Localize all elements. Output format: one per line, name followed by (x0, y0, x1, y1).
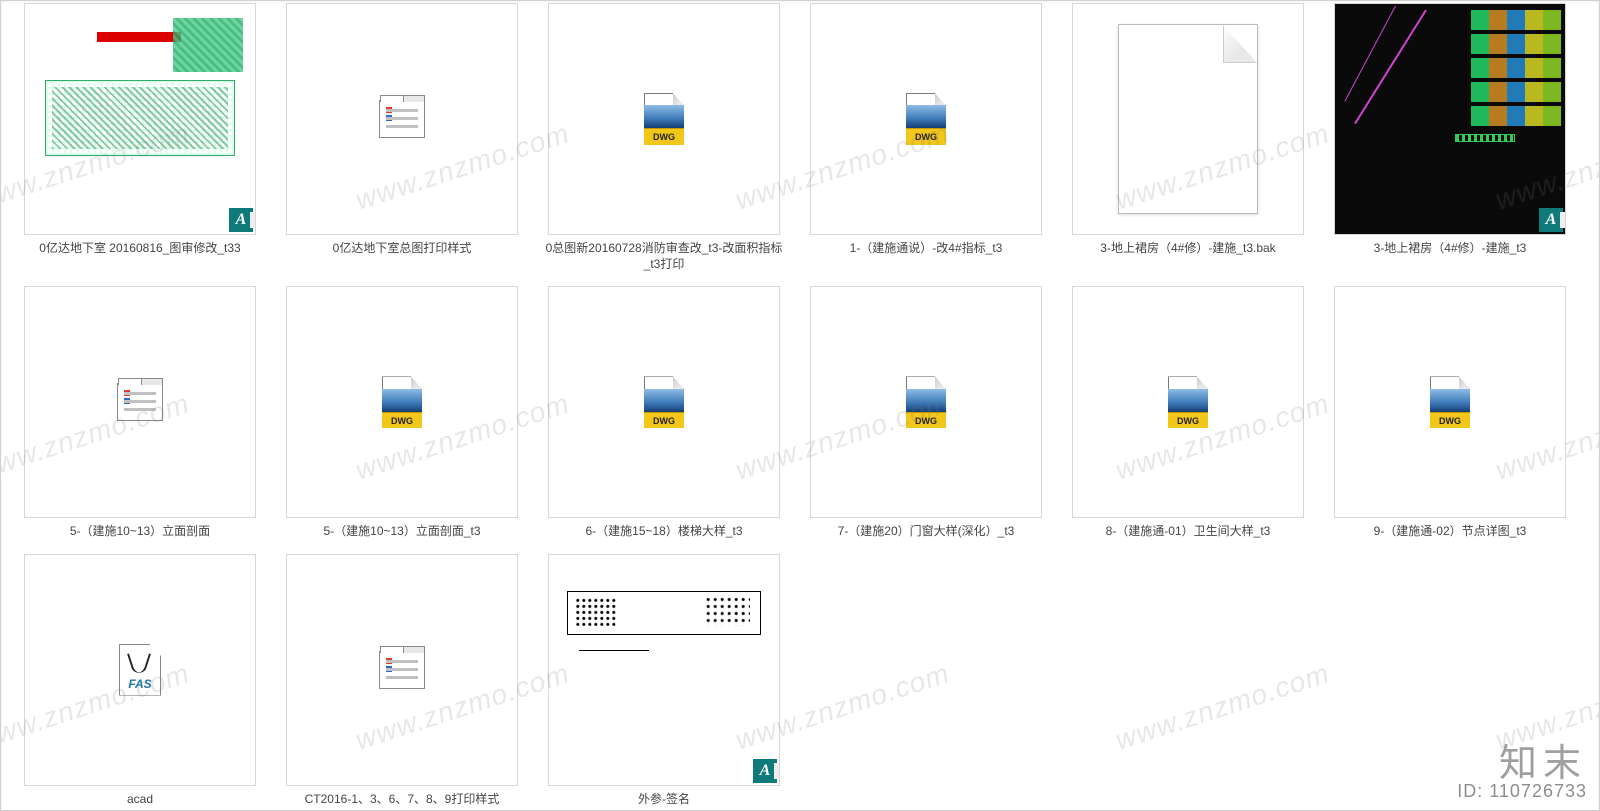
autocad-badge-icon: A (229, 208, 253, 232)
file-item[interactable]: DWG 6-（建施15~18）楼梯大样_t3 (533, 286, 795, 553)
config-icon (117, 383, 163, 421)
file-thumbnail[interactable]: A (24, 3, 256, 235)
file-name-label[interactable]: 5-（建施10~13）立面剖面 (70, 523, 210, 539)
file-thumbnail[interactable]: DWG (548, 3, 780, 235)
dwg-icon: DWG (1168, 376, 1208, 428)
file-name-label[interactable]: 外参-签名 (638, 791, 690, 807)
file-item[interactable]: A 3-地上裙房（4#修）-建施_t3 (1319, 3, 1581, 286)
fas-icon: FAS (119, 644, 161, 696)
file-item[interactable]: DWG 9-（建施通-02）节点详图_t3 (1319, 286, 1581, 553)
file-name-label[interactable]: CT2016-1、3、6、7、8、9打印样式 (305, 791, 500, 807)
cad-preview-dark (1335, 4, 1565, 234)
file-item[interactable]: 0亿达地下室总图打印样式 (271, 3, 533, 286)
file-item[interactable]: DWG 7-（建施20）门窗大样(深化）_t3 (795, 286, 1057, 553)
file-thumbnail[interactable]: DWG (810, 286, 1042, 518)
dwg-icon: DWG (906, 376, 946, 428)
file-item[interactable]: DWG 1-（建施通说）-改4#指标_t3 (795, 3, 1057, 286)
file-thumbnail[interactable]: DWG (1334, 286, 1566, 518)
file-thumbnail[interactable] (24, 286, 256, 518)
file-name-label[interactable]: 0亿达地下室总图打印样式 (333, 240, 472, 256)
file-name-label[interactable]: 6-（建施15~18）楼梯大样_t3 (585, 523, 742, 539)
file-name-label[interactable]: 3-地上裙房（4#修）-建施_t3.bak (1100, 240, 1275, 256)
dwg-icon: DWG (906, 93, 946, 145)
file-thumbnail[interactable] (286, 3, 518, 235)
file-grid: A 0亿达地下室 20160816_图审修改_t33 0亿达地下室总图打印样式 DWG… (1, 1, 1599, 811)
file-thumbnail[interactable]: A (548, 554, 780, 786)
file-thumbnail[interactable]: DWG (548, 286, 780, 518)
dwg-icon: DWG (382, 376, 422, 428)
file-name-label[interactable]: 1-（建施通说）-改4#指标_t3 (850, 240, 1003, 256)
file-thumbnail[interactable]: DWG (810, 3, 1042, 235)
file-name-label[interactable]: acad (127, 791, 153, 807)
file-item[interactable]: A 外参-签名 (533, 554, 795, 811)
file-thumbnail[interactable] (1072, 3, 1304, 235)
file-name-label[interactable]: 8-（建施通-01）卫生间大样_t3 (1106, 523, 1271, 539)
file-item[interactable]: DWG 5-（建施10~13）立面剖面_t3 (271, 286, 533, 553)
file-item[interactable]: A 0亿达地下室 20160816_图审修改_t33 (9, 3, 271, 286)
config-icon (379, 651, 425, 689)
file-item[interactable]: 5-（建施10~13）立面剖面 (9, 286, 271, 553)
file-thumbnail[interactable]: A (1334, 3, 1566, 235)
file-name-label[interactable]: 7-（建施20）门窗大样(深化）_t3 (838, 523, 1015, 539)
signature-preview (549, 555, 779, 785)
file-thumbnail[interactable]: DWG (286, 286, 518, 518)
file-thumbnail-pane[interactable]: A 0亿达地下室 20160816_图审修改_t33 0亿达地下室总图打印样式 DWG… (0, 0, 1600, 811)
file-item[interactable]: DWG 8-（建施通-01）卫生间大样_t3 (1057, 286, 1319, 553)
file-name-label[interactable]: 5-（建施10~13）立面剖面_t3 (323, 523, 480, 539)
blank-page-icon (1118, 24, 1258, 214)
file-name-label[interactable]: 0总图新20160728消防审查改_t3-改面积指标_t3打印 (544, 240, 784, 272)
dwg-icon: DWG (644, 376, 684, 428)
file-item[interactable]: FAS acad (9, 554, 271, 811)
config-icon (379, 100, 425, 138)
file-thumbnail[interactable]: DWG (1072, 286, 1304, 518)
file-name-label[interactable]: 9-（建施通-02）节点详图_t3 (1374, 523, 1527, 539)
file-item[interactable]: 3-地上裙房（4#修）-建施_t3.bak (1057, 3, 1319, 286)
autocad-badge-icon: A (753, 759, 777, 783)
file-item[interactable]: CT2016-1、3、6、7、8、9打印样式 (271, 554, 533, 811)
file-item[interactable]: DWG 0总图新20160728消防审查改_t3-改面积指标_t3打印 (533, 3, 795, 286)
dwg-icon: DWG (644, 93, 684, 145)
file-name-label[interactable]: 0亿达地下室 20160816_图审修改_t33 (39, 240, 240, 256)
dwg-icon: DWG (1430, 376, 1470, 428)
file-thumbnail[interactable] (286, 554, 518, 786)
cad-preview (25, 4, 255, 234)
file-name-label[interactable]: 3-地上裙房（4#修）-建施_t3 (1374, 240, 1527, 256)
file-thumbnail[interactable]: FAS (24, 554, 256, 786)
autocad-badge-icon: A (1539, 208, 1563, 232)
